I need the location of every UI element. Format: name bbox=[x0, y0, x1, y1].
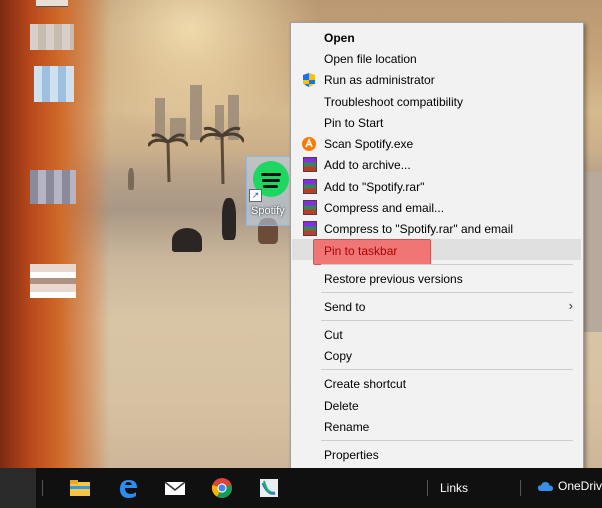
menu-item-rename[interactable]: Rename bbox=[291, 416, 583, 437]
menu-item-label: Troubleshoot compatibility bbox=[324, 95, 463, 109]
menu-item-label: Compress and email... bbox=[324, 201, 445, 215]
menu-item-restore-previous-versions[interactable]: Restore previous versions bbox=[291, 268, 583, 289]
desktop-icon[interactable] bbox=[30, 170, 76, 204]
mail-icon[interactable] bbox=[164, 477, 186, 499]
menu-item-label: Pin to taskbar bbox=[324, 244, 398, 258]
app-icon[interactable] bbox=[258, 477, 280, 499]
menu-item-open-file-location[interactable]: Open file location bbox=[291, 48, 583, 69]
menu-item-label: Run as administrator bbox=[324, 73, 435, 87]
taskbar-separator bbox=[42, 480, 43, 496]
menu-item-add-to-spotify-rar[interactable]: Add to "Spotify.rar" bbox=[291, 176, 583, 197]
menu-item-run-as-administrator[interactable]: Run as administrator bbox=[291, 69, 583, 90]
menu-item-pin-to-start[interactable]: Pin to Start bbox=[291, 112, 583, 133]
menu-item-delete[interactable]: Delete bbox=[291, 395, 583, 416]
palm-tree bbox=[200, 126, 244, 184]
menu-item-label: Copy bbox=[324, 349, 353, 363]
palm-tree bbox=[148, 133, 188, 182]
menu-item-scan-spotify[interactable]: Scan Spotify.exe bbox=[291, 133, 583, 154]
menu-separator bbox=[321, 440, 573, 441]
uac-shield-icon bbox=[303, 73, 315, 87]
menu-item-troubleshoot-compatibility[interactable]: Troubleshoot compatibility bbox=[291, 91, 583, 112]
taskbar: Links OneDrive bbox=[0, 468, 602, 508]
menu-item-label: Add to "Spotify.rar" bbox=[324, 180, 425, 194]
menu-item-compress-to-spotify-rar-and-email[interactable]: Compress to "Spotify.rar" and email bbox=[291, 218, 583, 239]
winrar-icon bbox=[303, 221, 317, 236]
menu-separator bbox=[321, 320, 573, 321]
menu-item-label: Create shortcut bbox=[324, 377, 407, 391]
menu-separator bbox=[321, 264, 573, 265]
file-explorer-icon[interactable] bbox=[69, 477, 91, 499]
links-toolbar[interactable]: Links bbox=[440, 481, 468, 495]
menu-item-label: Cut bbox=[324, 328, 343, 342]
desktop-icon[interactable] bbox=[34, 66, 74, 102]
winrar-icon bbox=[303, 157, 317, 172]
desktop-icon[interactable] bbox=[30, 264, 76, 298]
avast-icon bbox=[302, 137, 316, 151]
spotify-shortcut-label: Spotify bbox=[251, 205, 285, 217]
shortcut-arrow-icon: ↗ bbox=[249, 189, 262, 202]
beach-person bbox=[172, 228, 202, 252]
onedrive-toolbar[interactable]: OneDrive bbox=[558, 479, 602, 493]
taskbar-separator bbox=[520, 480, 521, 496]
menu-item-label: Open bbox=[324, 31, 355, 45]
menu-item-properties[interactable]: Properties bbox=[291, 444, 583, 465]
winrar-icon bbox=[303, 179, 317, 194]
menu-separator bbox=[321, 369, 573, 370]
context-menu: Open Open file location Run as administr… bbox=[290, 22, 584, 470]
spotify-shortcut[interactable]: ↗ Spotify bbox=[246, 156, 294, 226]
menu-separator bbox=[321, 292, 573, 293]
onedrive-icon[interactable] bbox=[538, 481, 553, 491]
menu-item-pin-to-taskbar[interactable]: Pin to taskbar bbox=[291, 240, 583, 261]
chevron-right-icon: › bbox=[568, 298, 573, 313]
menu-item-cut[interactable]: Cut bbox=[291, 324, 583, 345]
desktop-edge bbox=[582, 172, 602, 332]
menu-item-label: Restore previous versions bbox=[324, 272, 463, 286]
menu-item-compress-and-email[interactable]: Compress and email... bbox=[291, 197, 583, 218]
start-button[interactable] bbox=[0, 468, 36, 508]
menu-item-label: Send to bbox=[324, 300, 366, 314]
menu-item-label: Add to archive... bbox=[324, 158, 411, 172]
desktop-icon-label bbox=[36, 0, 68, 7]
chrome-icon[interactable] bbox=[211, 477, 233, 499]
menu-item-label: Delete bbox=[324, 399, 359, 413]
menu-item-label: Compress to "Spotify.rar" and email bbox=[324, 222, 514, 236]
menu-item-open[interactable]: Open bbox=[291, 27, 583, 48]
menu-item-create-shortcut[interactable]: Create shortcut bbox=[291, 373, 583, 394]
beach-person bbox=[128, 168, 134, 190]
menu-item-label: Properties bbox=[324, 448, 379, 462]
taskbar-separator bbox=[427, 480, 428, 496]
menu-item-label: Pin to Start bbox=[324, 116, 384, 130]
desktop-icon[interactable] bbox=[30, 24, 74, 50]
menu-item-label: Rename bbox=[324, 420, 370, 434]
winrar-icon bbox=[303, 200, 317, 215]
menu-item-label: Open file location bbox=[324, 52, 417, 66]
menu-item-send-to[interactable]: Send to › bbox=[291, 296, 583, 317]
menu-item-add-to-archive[interactable]: Add to archive... bbox=[291, 154, 583, 175]
edge-icon[interactable] bbox=[117, 477, 139, 499]
menu-item-copy[interactable]: Copy bbox=[291, 345, 583, 366]
beach-person bbox=[222, 198, 236, 240]
menu-item-label: Scan Spotify.exe bbox=[324, 137, 414, 151]
